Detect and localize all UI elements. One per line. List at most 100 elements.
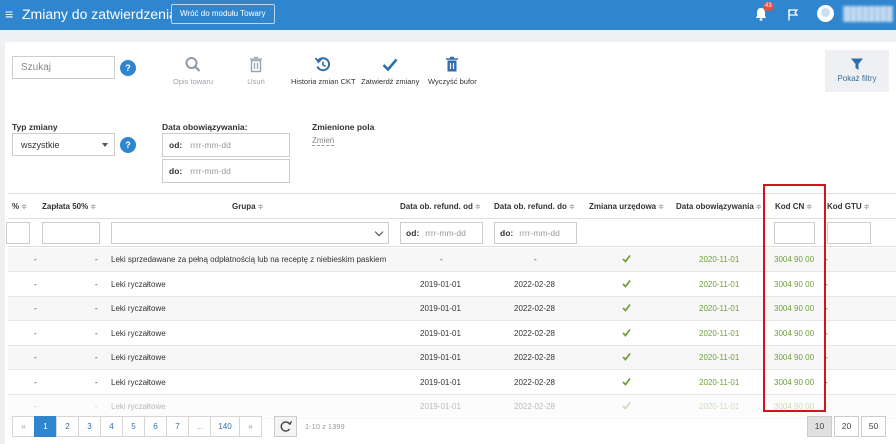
cell-do: - — [534, 255, 537, 264]
product-description-button[interactable]: Opis towaru — [173, 56, 213, 86]
page-button[interactable]: ... — [188, 416, 211, 437]
prev-page-button[interactable]: « — [12, 416, 35, 437]
cell-pct: - — [34, 328, 37, 338]
check-icon — [622, 279, 631, 288]
filter-payment-input[interactable] — [42, 222, 100, 244]
cell-grupa: Leki ryczałtowe — [111, 304, 166, 313]
sort-icon: ≑ — [21, 204, 27, 211]
cell-grupa: Leki sprzedawane za pełną odpłatnością l… — [111, 255, 387, 264]
cell-data: 2020-11-01 — [699, 353, 740, 362]
top-bar: ≡ Zmiany do zatwierdzenia Wróć do modułu… — [0, 0, 896, 30]
col-gtu-code[interactable]: Kod GTU ≑ — [827, 202, 870, 211]
col-percent[interactable]: % ≑ — [12, 202, 27, 211]
page-button[interactable]: 3 — [78, 416, 101, 437]
filter-refund-from-input[interactable]: od: rrrr-mm-dd — [400, 222, 483, 244]
check-icon — [622, 401, 631, 410]
page-button[interactable]: 7 — [166, 416, 189, 437]
history-icon — [315, 57, 331, 72]
cell-data: 2020-11-01 — [699, 377, 740, 387]
cell-zaplata: - — [95, 377, 98, 387]
page-size-10[interactable]: 10 — [807, 416, 832, 437]
col-official-change[interactable]: Zmiana urzędowa ≑ — [589, 202, 664, 211]
cell-grupa: Leki ryczałtowe — [111, 353, 166, 362]
cell-zaplata: - — [95, 304, 98, 313]
approve-changes-button[interactable]: Zatwierdź zmiany — [361, 56, 419, 86]
col-refund-from[interactable]: Data ob. refund. od ≑ — [400, 202, 481, 211]
avatar[interactable] — [817, 5, 834, 22]
cell-pct: - — [34, 353, 37, 362]
page-size-20[interactable]: 20 — [834, 416, 859, 437]
cell-data: 2020-11-01 — [699, 304, 740, 313]
cell-pct: - — [34, 255, 37, 264]
change-type-label: Typ zmiany — [12, 122, 58, 132]
sort-icon: ≑ — [658, 204, 664, 211]
cell-do: 2022-02-28 — [514, 353, 555, 362]
clear-buffer-button[interactable]: Wyczyść bufor — [428, 56, 477, 86]
sort-icon: ≑ — [90, 204, 97, 211]
cell-do: 2022-02-28 — [514, 304, 555, 313]
date-to-field[interactable]: do: rrrr-mm-dd — [162, 159, 290, 183]
check-icon — [382, 58, 398, 72]
delete-button[interactable]: Usuń — [247, 56, 265, 86]
notification-badge: 43 — [763, 2, 774, 11]
cell-data: 2020-11-01 — [699, 255, 740, 264]
page-button[interactable]: 2 — [56, 416, 79, 437]
cell-zaplata: - — [95, 353, 98, 362]
check-icon — [622, 254, 631, 263]
cell-pct: - — [34, 304, 37, 313]
cell-pct: - — [34, 402, 37, 411]
flag-icon[interactable] — [787, 9, 799, 21]
page-button[interactable]: 1 — [34, 416, 57, 437]
col-refund-to[interactable]: Data ob. refund. do ≑ — [494, 202, 575, 211]
show-filters-button[interactable]: Pokaż filtry — [825, 50, 889, 92]
page-button[interactable]: 140 — [210, 416, 240, 437]
change-type-help-icon[interactable]: ? — [120, 137, 136, 153]
filter-gtu-input[interactable] — [827, 222, 871, 244]
chevron-down-icon — [374, 227, 384, 237]
page-button[interactable]: 4 — [100, 416, 123, 437]
cell-od: - — [440, 255, 443, 264]
menu-icon[interactable]: ≡ — [5, 6, 13, 22]
filter-group-select[interactable] — [111, 222, 389, 244]
change-type-select[interactable]: wszystkie — [12, 133, 115, 156]
ckt-history-button[interactable]: Historia zmian CKT — [291, 56, 356, 86]
refresh-button[interactable] — [274, 416, 297, 437]
back-to-products-button[interactable]: Wróć do modułu Towary — [171, 4, 275, 24]
cell-data: 2020-11-01 — [699, 279, 740, 289]
cell-data: 2020-11-01 — [699, 402, 740, 411]
cell-zaplata: - — [95, 402, 98, 411]
filter-refund-to-input[interactable]: do: rrrr-mm-dd — [494, 222, 577, 244]
cell-pct: - — [34, 279, 37, 289]
cell-od: 2019-01-01 — [420, 377, 461, 387]
validity-date-label: Data obowiązywania: — [162, 122, 248, 132]
col-payment-50[interactable]: Zapłata 50% ≑ — [42, 202, 96, 211]
user-name-blurred[interactable] — [843, 6, 893, 22]
filter-icon — [851, 58, 863, 70]
cell-do: 2022-02-28 — [514, 402, 555, 411]
cell-grupa: Leki ryczałtowe — [111, 279, 166, 289]
page-title: Zmiany do zatwierdzenia — [22, 6, 177, 22]
page-size-50[interactable]: 50 — [861, 416, 886, 437]
check-icon — [622, 352, 631, 361]
cell-grupa: Leki ryczałtowe — [111, 328, 166, 338]
change-fields-link[interactable]: Zmień — [312, 136, 335, 146]
cn-column-highlight — [763, 184, 826, 412]
sort-icon: ≑ — [755, 204, 762, 211]
page-button[interactable]: 6 — [144, 416, 167, 437]
col-group[interactable]: Grupa ≑ — [232, 202, 263, 211]
search-input[interactable]: Szukaj — [12, 56, 115, 79]
col-validity-date[interactable]: Data obowiązywania ≑ — [676, 202, 762, 211]
page-button[interactable]: 5 — [122, 416, 145, 437]
cell-od: 2019-01-01 — [420, 353, 461, 362]
sort-icon: ≑ — [568, 204, 575, 211]
sort-icon: ≑ — [474, 204, 481, 211]
search-icon — [185, 57, 201, 72]
refresh-icon — [280, 420, 293, 432]
search-help-icon[interactable]: ? — [120, 60, 136, 76]
sort-icon: ≑ — [257, 204, 264, 211]
filter-percent-input[interactable] — [6, 222, 30, 244]
date-from-field[interactable]: od: rrrr-mm-dd — [162, 133, 290, 157]
next-page-button[interactable]: » — [239, 416, 262, 437]
check-icon — [622, 377, 631, 386]
check-icon — [622, 328, 631, 337]
